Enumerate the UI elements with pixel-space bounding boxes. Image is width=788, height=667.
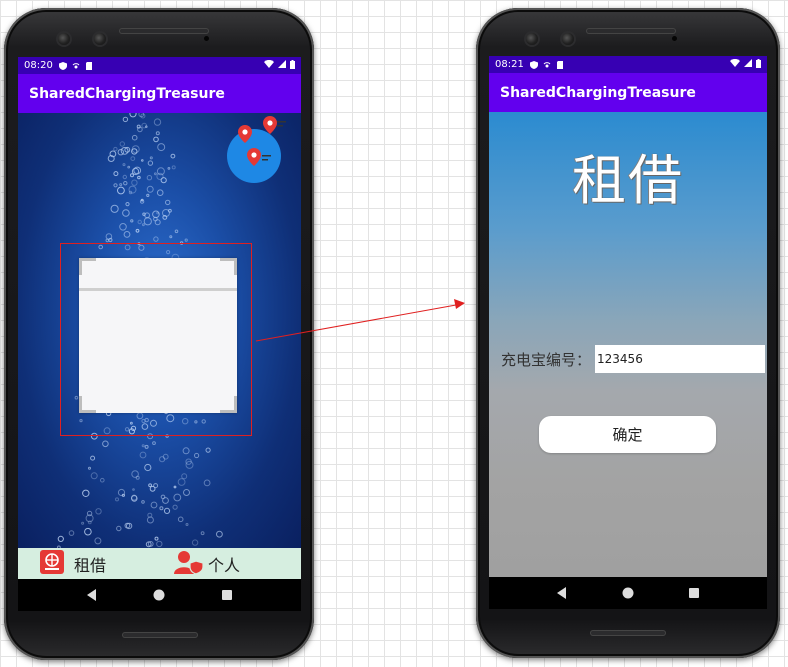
app-title: SharedChargingTreasure (500, 84, 696, 101)
cell-signal-icon (278, 60, 286, 71)
back-icon[interactable] (86, 586, 98, 605)
proximity-sensor (204, 36, 209, 41)
app-bar: SharedChargingTreasure (489, 73, 767, 112)
tab-personal[interactable]: 个人 (174, 550, 240, 578)
bottom-speaker (590, 630, 666, 636)
right-phone-frame: 08:21 SharedChargingTreasure 租借 充电宝编号： 1… (476, 8, 780, 658)
scan-background (18, 113, 301, 548)
scan-corner-br (220, 396, 237, 413)
sdcard-status-icon (556, 60, 564, 69)
hotspot-status-icon (72, 62, 80, 70)
confirm-button[interactable]: 确定 (539, 416, 716, 453)
app-bar: SharedChargingTreasure (18, 74, 301, 113)
earpiece-speaker (586, 28, 676, 34)
home-icon[interactable] (622, 584, 634, 603)
left-screen: 08:20 SharedChargingTreasure 租借 个人 (18, 57, 301, 611)
scan-frame[interactable] (79, 258, 237, 413)
page-title: 租借 (572, 149, 684, 212)
tab-rent-label: 租借 (74, 555, 107, 575)
map-locate-button[interactable] (224, 116, 286, 184)
wifi-icon (264, 59, 274, 71)
app-title: SharedChargingTreasure (29, 85, 225, 102)
rent-page: 租借 充电宝编号： 确定 (489, 112, 767, 577)
scan-line (79, 288, 237, 291)
tab-rent[interactable]: 租借 (40, 549, 107, 578)
scan-corner-tr (220, 258, 237, 275)
status-bar: 08:20 (18, 57, 301, 74)
bottom-speaker (122, 632, 198, 638)
front-camera (526, 33, 538, 45)
sdcard-status-icon (85, 61, 93, 70)
person-shield-icon (174, 550, 204, 578)
tab-personal-label: 个人 (208, 555, 241, 575)
home-icon[interactable] (153, 586, 165, 605)
cell-signal-icon (744, 59, 752, 70)
scan-corner-bl (79, 396, 96, 413)
battery-icon (290, 59, 295, 72)
powerbank-id-label: 充电宝编号： (501, 350, 592, 369)
left-phone-frame: 08:20 SharedChargingTreasure 租借 个人 (4, 8, 314, 660)
earpiece-speaker (119, 28, 209, 34)
nav-bar (18, 579, 301, 611)
shield-status-icon (529, 60, 538, 69)
recents-icon[interactable] (688, 584, 700, 603)
scan-highlight-box (60, 243, 252, 436)
status-time: 08:20 (24, 60, 53, 71)
nav-bar (489, 577, 767, 609)
wifi-icon (730, 58, 740, 70)
scan-corner-tl (79, 258, 96, 275)
front-camera (58, 33, 70, 45)
hotspot-status-icon (543, 61, 551, 69)
shield-status-icon (58, 61, 67, 70)
battery-icon (756, 58, 761, 71)
proximity-sensor (672, 36, 677, 41)
front-sensor (94, 33, 106, 45)
right-screen: 08:21 SharedChargingTreasure 租借 充电宝编号： 1… (489, 56, 767, 609)
powerbank-id-input[interactable] (595, 345, 766, 373)
bottom-tab-bar: 租借 个人 (18, 548, 301, 579)
status-bar: 08:21 (489, 56, 767, 73)
front-sensor (562, 33, 574, 45)
recents-icon[interactable] (221, 586, 233, 605)
back-icon[interactable] (556, 584, 568, 603)
rent-icon (40, 549, 64, 578)
powerbank-id-row: 充电宝编号： (501, 345, 766, 373)
status-time: 08:21 (495, 59, 524, 70)
